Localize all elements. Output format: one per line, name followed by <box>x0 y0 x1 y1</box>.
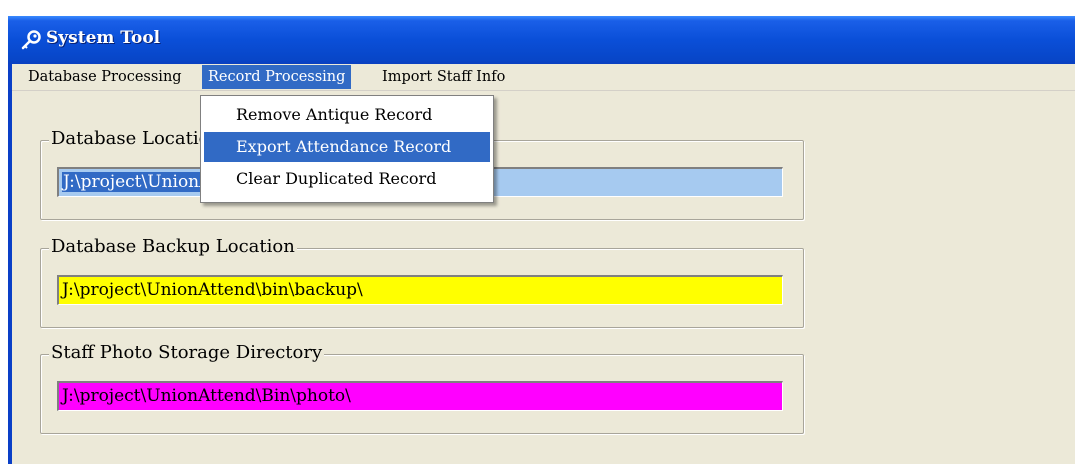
database-backup-location-group: Database Backup Location J:\project\Unio… <box>40 236 804 328</box>
database-location-label: Database Location <box>49 128 224 150</box>
menu-item-export-attendance-record[interactable]: Export Attendance Record <box>204 132 490 162</box>
staff-photo-storage-label: Staff Photo Storage Directory <box>49 342 325 364</box>
staff-photo-storage-field[interactable]: J:\project\UnionAttend\Bin\photo\ <box>57 381 783 411</box>
title-bar[interactable]: System Tool <box>8 16 1075 64</box>
menu-bar: Database Processing Record Processing Im… <box>12 64 1075 91</box>
database-backup-location-label: Database Backup Location <box>49 236 297 258</box>
window-title: System Tool <box>46 28 161 48</box>
database-backup-location-value: J:\project\UnionAttend\bin\backup\ <box>62 280 363 300</box>
app-window: System Tool Database Processing Record P… <box>8 16 1075 464</box>
client-area: Database Processing Record Processing Im… <box>12 64 1075 464</box>
menu-database-processing[interactable]: Database Processing <box>22 65 188 89</box>
database-backup-location-field[interactable]: J:\project\UnionAttend\bin\backup\ <box>57 275 783 305</box>
staff-photo-storage-value: J:\project\UnionAttend\Bin\photo\ <box>62 386 351 406</box>
menu-item-clear-duplicated-record[interactable]: Clear Duplicated Record <box>204 164 490 194</box>
menu-item-remove-antique-record[interactable]: Remove Antique Record <box>204 100 490 130</box>
record-processing-dropdown: Remove Antique Record Export Attendance … <box>200 95 494 203</box>
key-icon <box>21 30 41 50</box>
menu-import-staff-info[interactable]: Import Staff Info <box>376 65 511 89</box>
menu-record-processing[interactable]: Record Processing <box>202 65 352 89</box>
staff-photo-storage-group: Staff Photo Storage Directory J:\project… <box>40 342 804 434</box>
